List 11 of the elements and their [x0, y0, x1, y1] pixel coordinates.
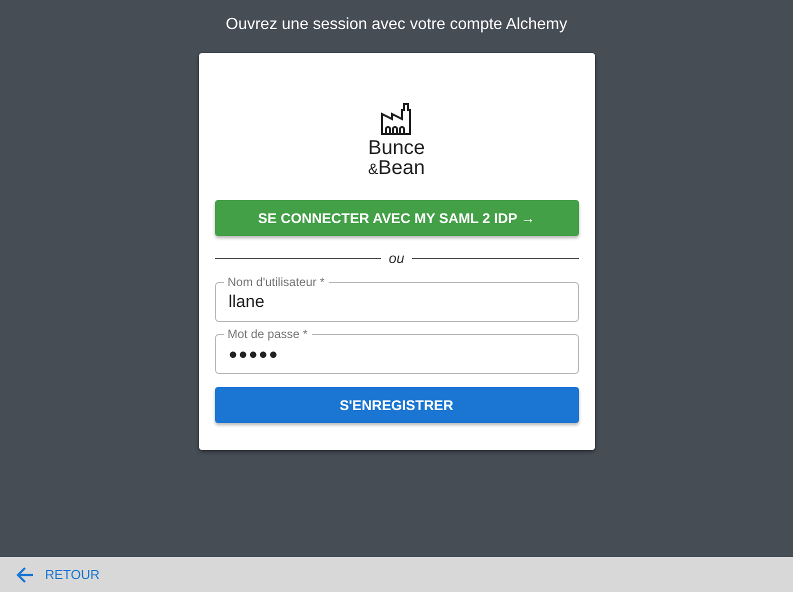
- back-label[interactable]: RETOUR: [45, 567, 100, 582]
- sso-login-button[interactable]: SE CONNECTER AVEC MY SAML 2 IDP →: [214, 200, 578, 236]
- brand-name: Bunce &Bean: [368, 138, 425, 180]
- back-arrow-icon: [15, 564, 35, 584]
- page-heading: Ouvrez une session avec votre compte Alchemy: [226, 16, 568, 35]
- field-label: Mot de passe *: [224, 327, 312, 341]
- back-link[interactable]: RETOUR: [15, 564, 100, 584]
- register-button[interactable]: S'ENREGISTRER: [214, 387, 578, 423]
- field-label: Nom d'utilisateur *: [224, 275, 328, 289]
- factory-icon: [380, 102, 414, 136]
- divider-label: ou: [388, 250, 404, 266]
